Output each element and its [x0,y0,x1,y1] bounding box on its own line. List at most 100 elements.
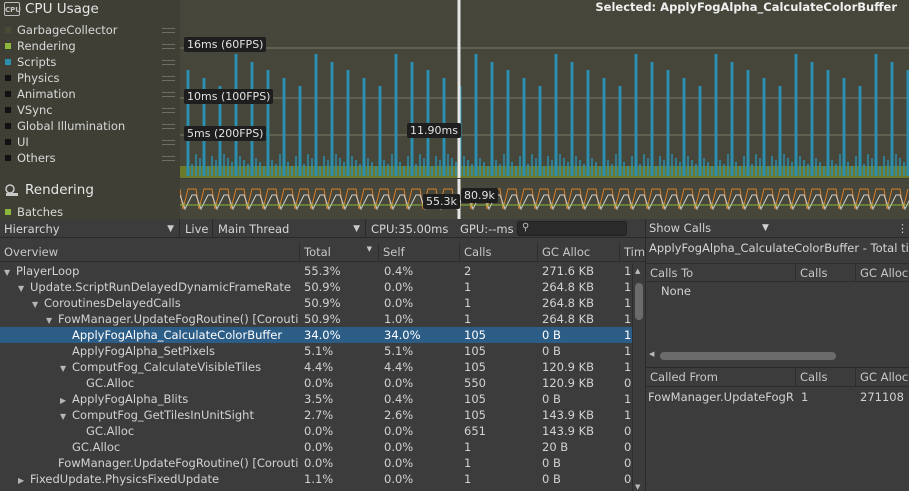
column-self[interactable]: Self [379,243,460,262]
legend-item-garbagecollector[interactable]: GarbageCollector [5,22,175,38]
view-dropdown[interactable]: Hierarchy ▼ [0,219,180,238]
cpu-usage-chart[interactable]: 16ms (60FPS) 10ms (100FPS) 5ms (200FPS) … [180,0,909,178]
calls-to-hscroll-thumb[interactable] [660,352,836,360]
row-calls: 1 [464,472,472,486]
row-label: GC.Alloc [86,376,135,390]
calls-to-gc-column[interactable]: GC Alloc [856,264,909,282]
calls-to-header: Calls To Calls GC Alloc [646,263,909,282]
legend-swatch [5,59,11,65]
table-row[interactable]: ▶ FixedUpdate.PhysicsFixedUpdate 1.1% 0.0% 1… [0,471,632,487]
legend-label: VSync [17,103,53,117]
table-row[interactable]: ▼ CoroutinesDelayedCalls 50.9% 0.0% 1 264.8 K… [0,295,632,311]
expand-icon[interactable]: ▶ [18,473,30,489]
legend-swatch [5,91,11,97]
table-row[interactable]: ▼ ComputFog_CalculateVisibleTiles 4.4% 4.4%… [0,359,632,375]
legend-item-animation[interactable]: Animation [5,86,175,102]
calls-to-hscrollbar[interactable]: ◀ [646,349,909,362]
row-time: 1 [624,312,632,326]
show-calls-dropdown[interactable]: Show Calls ▼ ⋮ [646,219,909,238]
legend-item-ui[interactable]: UI [5,134,175,150]
called-from-calls-column[interactable]: Calls [796,368,856,386]
column-time[interactable]: Tim [620,243,645,262]
called-from-calls: 1 [801,390,809,404]
legend-item-global-illumination[interactable]: Global Illumination [5,118,175,134]
table-row[interactable]: ▼ ComputFog_GetTilesInUnitSight 2.7% 2.6% 10… [0,407,632,423]
legend-item-rendering[interactable]: Rendering [5,38,175,54]
drag-handle-icon[interactable] [162,59,175,65]
live-toggle[interactable]: Live [181,219,213,238]
table-row-selected[interactable]: ApplyFogAlpha_CalculateColorBuffer 34.0% 3… [0,327,632,343]
row-gc: 264.8 KB [542,296,595,310]
drag-handle-icon[interactable] [162,43,175,49]
row-label: CoroutinesDelayedCalls [44,296,181,310]
search-input[interactable]: ⚲ [517,221,627,236]
gpu-time-readout: GPU:--ms [456,219,516,238]
table-row[interactable]: ▼ PlayerLoop 55.3% 0.4% 2 271.6 KB 1 [0,263,632,279]
row-self: 0.4% [384,392,414,406]
drag-handle-icon[interactable] [162,139,175,145]
column-total[interactable]: Total ▼ [300,243,379,262]
row-total: 50.9% [304,312,341,326]
row-time: 0 [624,424,632,438]
table-row[interactable]: GC.Alloc 0.0% 0.0% 1 20 B 0 [0,439,632,455]
row-calls: 1 [464,280,472,294]
legend-item-vsync[interactable]: VSync [5,102,175,118]
legend-item-others[interactable]: Others [5,150,175,166]
legend-item-scripts[interactable]: Scripts [5,54,175,70]
row-label: GC.Alloc [72,440,121,454]
table-row[interactable]: ▼ Update.ScriptRunDelayedDynamicFrameRate… [0,279,632,295]
drag-handle-icon[interactable] [162,123,175,129]
called-from-gc-column[interactable]: GC Alloc [856,368,909,386]
drag-handle-icon[interactable] [162,75,175,81]
cpu-chart-svg [180,0,909,178]
table-row[interactable]: FowManager.UpdateFogRoutine() [Corouti 0.… [0,455,632,471]
legend-item-physics[interactable]: Physics [5,70,175,86]
row-label: PlayerLoop [16,264,80,278]
more-options-icon[interactable]: ⋮ [897,222,908,235]
drag-handle-icon[interactable] [162,107,175,113]
rendering-chart[interactable]: 55.3k 80.9k [180,179,909,219]
table-row[interactable]: ▶ ApplyFogAlpha_Blits 3.5% 0.4% 105 0 B1 [0,391,632,407]
marker-16ms: 16ms (60FPS) [184,37,267,52]
table-row[interactable]: ApplyFogAlpha_SetPixels 5.1% 5.1% 105 0 B 1 [0,343,632,359]
details-title: ApplyFogAlpha_CalculateColorBuffer - Tot… [649,241,909,255]
rendering-header[interactable]: Rendering [4,182,94,198]
row-time: 0 [624,440,632,454]
drag-handle-icon[interactable] [162,155,175,161]
row-gc: 143.9 KB [542,424,595,438]
scroll-down-icon[interactable]: ▼ [635,483,640,491]
column-gc-alloc[interactable]: GC Alloc [538,243,620,262]
table-row[interactable]: GC.Alloc 0.0% 0.0% 651 143.9 KB 0 [0,423,632,439]
row-calls: 1 [464,312,472,326]
cpu-usage-legend-panel: CPU CPU Usage GarbageCollector Rendering S… [0,0,180,178]
row-calls: 105 [464,344,486,358]
column-calls[interactable]: Calls [460,243,538,262]
chevron-down-icon: ▼ [353,223,360,234]
legend-item-batches[interactable]: Batches [5,205,63,219]
row-time: 0 [624,456,632,470]
row-total: 3.5% [304,392,334,406]
row-gc: 0 B [542,392,561,406]
row-time: 0 [624,472,632,486]
scroll-left-icon[interactable]: ◀ [649,350,654,358]
called-from-column[interactable]: Called From [646,368,796,386]
row-label: ComputFog_GetTilesInUnitSight [72,408,254,422]
calls-to-calls-column[interactable]: Calls [796,264,856,282]
table-row[interactable]: ▼ FowManager.UpdateFogRoutine() [Corouti 5… [0,311,632,327]
row-name: ▶ FixedUpdate.PhysicsFixedUpdate [0,471,300,489]
cpu-usage-header[interactable]: CPU CPU Usage [4,0,99,18]
calls-to-column[interactable]: Calls To [646,264,796,282]
thread-dropdown[interactable]: Main Thread ▼ [214,219,366,238]
scroll-up-icon[interactable]: ▲ [635,267,640,275]
row-label: ApplyFogAlpha_Blits [72,392,189,406]
row-self: 1.0% [384,312,414,326]
row-calls: 105 [464,360,486,374]
hierarchy-scroll-thumb[interactable] [635,283,643,320]
table-row[interactable]: GC.Alloc 0.0% 0.0% 550 120.9 KB 0 [0,375,632,391]
drag-handle-icon[interactable] [162,27,175,33]
row-gc: 0 B [542,328,561,342]
row-name: FowManager.UpdateFogRoutine() [Corouti [0,455,300,471]
column-overview[interactable]: Overview [0,243,300,262]
called-from-row[interactable]: FowManager.UpdateFogR 1 271108 [646,389,909,405]
drag-handle-icon[interactable] [162,91,175,97]
